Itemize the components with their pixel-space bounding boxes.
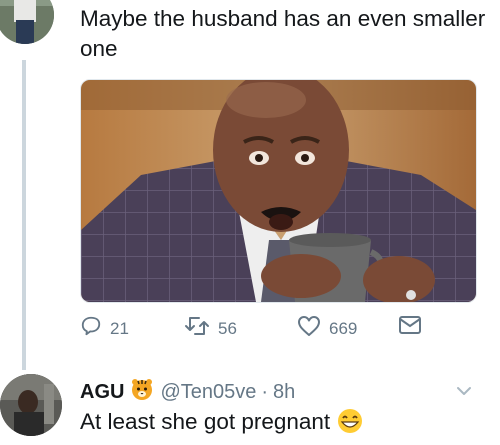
tweet-image[interactable]: [80, 79, 477, 303]
handle[interactable]: @Ten05ve: [160, 381, 256, 404]
reply-icon: [80, 315, 102, 342]
heart-icon: [297, 315, 321, 342]
grinning-emoji: [336, 408, 364, 442]
tweet-text: At least she got pregnant: [80, 407, 364, 442]
direct-message-button[interactable]: [398, 315, 422, 340]
tweet-actions: 21 56 669: [80, 315, 440, 345]
timestamp[interactable]: 8h: [273, 381, 295, 404]
display-name[interactable]: AGU: [80, 381, 124, 404]
avatar[interactable]: [0, 0, 54, 44]
tweet-text-content: At least she got pregnant: [80, 409, 331, 434]
tweet-header: AGU @Ten05ve · 8h: [80, 378, 295, 406]
envelope-icon: [398, 315, 422, 340]
reply-button[interactable]: 21: [80, 315, 129, 342]
retweet-button[interactable]: 56: [184, 315, 237, 342]
retweet-icon: [184, 315, 210, 342]
like-count: 669: [329, 318, 358, 338]
thread-line: [22, 60, 26, 370]
retweet-count: 56: [218, 318, 237, 338]
avatar[interactable]: [0, 374, 62, 436]
tweet-text: Maybe the husband has an even smaller on…: [80, 6, 486, 61]
like-button[interactable]: 669: [297, 315, 357, 342]
reply-count: 21: [110, 318, 129, 338]
chevron-down-icon[interactable]: [456, 383, 472, 401]
separator: ·: [261, 380, 269, 403]
tiger-emoji: [130, 377, 154, 407]
